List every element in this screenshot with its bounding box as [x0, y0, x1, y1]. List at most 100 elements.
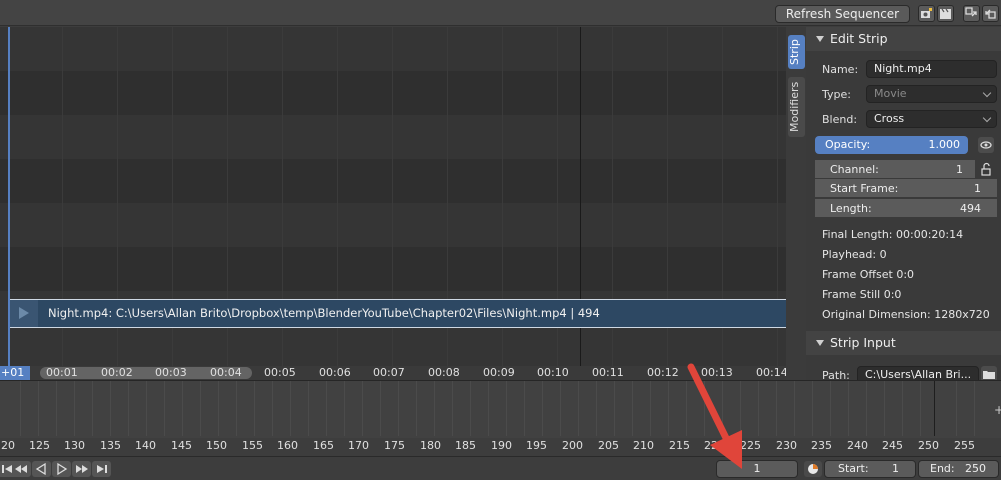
timeline-tick: 220 — [704, 439, 725, 452]
playback-bar: 1 Start: 1 End: 250 — [0, 456, 1001, 480]
clapperboard-icon[interactable] — [937, 5, 954, 22]
timeline-area[interactable]: + — [0, 380, 1001, 438]
folder-icon[interactable] — [981, 366, 997, 380]
sequencer-header: Refresh Sequencer — [0, 0, 1001, 26]
tab-strip[interactable]: Strip — [788, 35, 805, 69]
timeline-tick: 180 — [420, 439, 441, 452]
timeline-tick: 205 — [598, 439, 619, 452]
ruler-tick: 00:05 — [264, 366, 296, 379]
start-frame-field[interactable]: Start Frame: 1 — [815, 179, 997, 198]
frame-offset-text: Frame Offset 0:0 — [822, 268, 915, 281]
length-field[interactable]: Length: 494 — [815, 199, 997, 218]
timeline-tick: 240 — [847, 439, 868, 452]
frame-still-text: Frame Still 0:0 — [822, 288, 902, 301]
play-reverse-button[interactable] — [32, 461, 51, 477]
start-frame-value: 1 — [974, 182, 981, 195]
grid-line — [560, 381, 561, 436]
properties-tabs: Strip Modifiers — [786, 27, 806, 380]
opacity-slider[interactable]: Opacity: 1.000 — [815, 136, 968, 154]
grid-line — [164, 381, 165, 436]
end-frame-range-field[interactable]: End: 250 — [918, 460, 999, 478]
sequencer-area[interactable]: Night.mp4: C:\Users\Allan Brito\Dropbox\… — [0, 27, 786, 380]
start-frame-range-field[interactable]: Start: 1 — [824, 460, 916, 478]
channel-field[interactable]: Channel: 1 — [815, 160, 975, 179]
grid-line — [308, 381, 309, 436]
final-length-text: Final Length: 00:00:20:14 — [822, 228, 964, 241]
timeline-tick: 245 — [882, 439, 903, 452]
time-ruler[interactable]: 00:01 00:02 00:03 00:04 00:05 00:06 00:0… — [0, 366, 786, 380]
timeline-tick: 135 — [100, 439, 121, 452]
movie-strip[interactable]: Night.mp4: C:\Users\Allan Brito\Dropbox\… — [10, 299, 786, 328]
edit-strip-header[interactable]: Edit Strip — [806, 27, 1001, 51]
end-range-value: 250 — [965, 462, 986, 475]
grid-line — [470, 381, 471, 436]
timeline-tick: 195 — [526, 439, 547, 452]
start-range-label: Start: — [838, 462, 869, 475]
tab-modifiers[interactable]: Modifiers — [788, 77, 805, 137]
end-frame-line — [934, 381, 935, 436]
original-dimension-text: Original Dimension: 1280x720 — [822, 308, 990, 321]
length-label: Length: — [830, 202, 872, 215]
grid-line — [182, 381, 183, 436]
timeline-ruler[interactable]: 20 125 130 135 140 145 150 155 160 165 1… — [0, 438, 1001, 454]
ruler-tick: 00:06 — [319, 366, 351, 379]
grid-line — [56, 381, 57, 436]
grid-line — [344, 381, 345, 436]
jump-keyframe-forward-button[interactable] — [72, 461, 91, 477]
strip-input-header[interactable]: Strip Input — [806, 331, 1001, 355]
path-label: Path: — [822, 369, 850, 380]
jump-keyframe-back-button[interactable] — [12, 461, 31, 477]
timeline-tick: 140 — [135, 439, 156, 452]
type-label: Type: — [822, 88, 851, 101]
grid-line — [200, 381, 201, 436]
ruler-tick: 00:12 — [647, 366, 679, 379]
grid-line — [524, 381, 525, 436]
blend-select[interactable]: Cross — [866, 110, 997, 128]
eye-icon[interactable] — [978, 137, 994, 153]
type-select[interactable]: Movie — [866, 85, 997, 103]
ruler-tick: 00:04 — [210, 366, 242, 379]
blend-label: Blend: — [822, 113, 858, 126]
ruler-tick: 00:08 — [428, 366, 460, 379]
render-image-icon[interactable] — [918, 5, 935, 22]
grid-line — [596, 381, 597, 436]
timeline-tick: 165 — [313, 439, 334, 452]
type-value: Movie — [874, 87, 907, 100]
refresh-sequencer-button[interactable]: Refresh Sequencer — [775, 5, 910, 23]
paste-strip-icon[interactable] — [982, 5, 999, 22]
grid-line — [110, 381, 111, 436]
current-frame-field[interactable]: 1 — [716, 460, 798, 478]
lock-icon[interactable] — [978, 161, 994, 177]
strip-left-handle[interactable] — [10, 300, 38, 327]
path-field[interactable]: C:\Users\Allan Bri... — [857, 366, 979, 380]
grid-line — [128, 381, 129, 436]
grid-line — [92, 381, 93, 436]
opacity-label: Opacity: — [825, 138, 871, 151]
grid-line — [218, 381, 219, 436]
timeline-tick: 185 — [455, 439, 476, 452]
timeline-tick: 155 — [242, 439, 263, 452]
preview-range-icon[interactable] — [804, 461, 822, 477]
strip-label: Night.mp4: C:\Users\Allan Brito\Dropbox\… — [48, 306, 600, 320]
timeline-tick: 230 — [776, 439, 797, 452]
chevron-down-icon — [982, 88, 992, 98]
timeline-tick: 210 — [633, 439, 654, 452]
blend-value: Cross — [874, 112, 905, 125]
grid-line — [722, 381, 723, 436]
ruler-tick: 00:13 — [701, 366, 733, 379]
jump-end-button[interactable] — [92, 461, 111, 477]
ruler-tick: 00:03 — [155, 366, 187, 379]
name-field[interactable]: Night.mp4 — [866, 60, 997, 78]
playhead-line[interactable] — [8, 27, 10, 380]
name-label: Name: — [822, 63, 859, 76]
plus-icon[interactable]: + — [994, 403, 1001, 417]
grid-line — [740, 381, 741, 436]
length-value: 494 — [960, 202, 981, 215]
grid-line — [254, 381, 255, 436]
timeline-tick: 160 — [277, 439, 298, 452]
timeline-tick: 250 — [918, 439, 939, 452]
copy-strip-icon[interactable] — [963, 5, 980, 22]
timeline-tick: 255 — [954, 439, 975, 452]
play-button[interactable] — [52, 461, 71, 477]
opacity-value: 1.000 — [928, 138, 961, 151]
